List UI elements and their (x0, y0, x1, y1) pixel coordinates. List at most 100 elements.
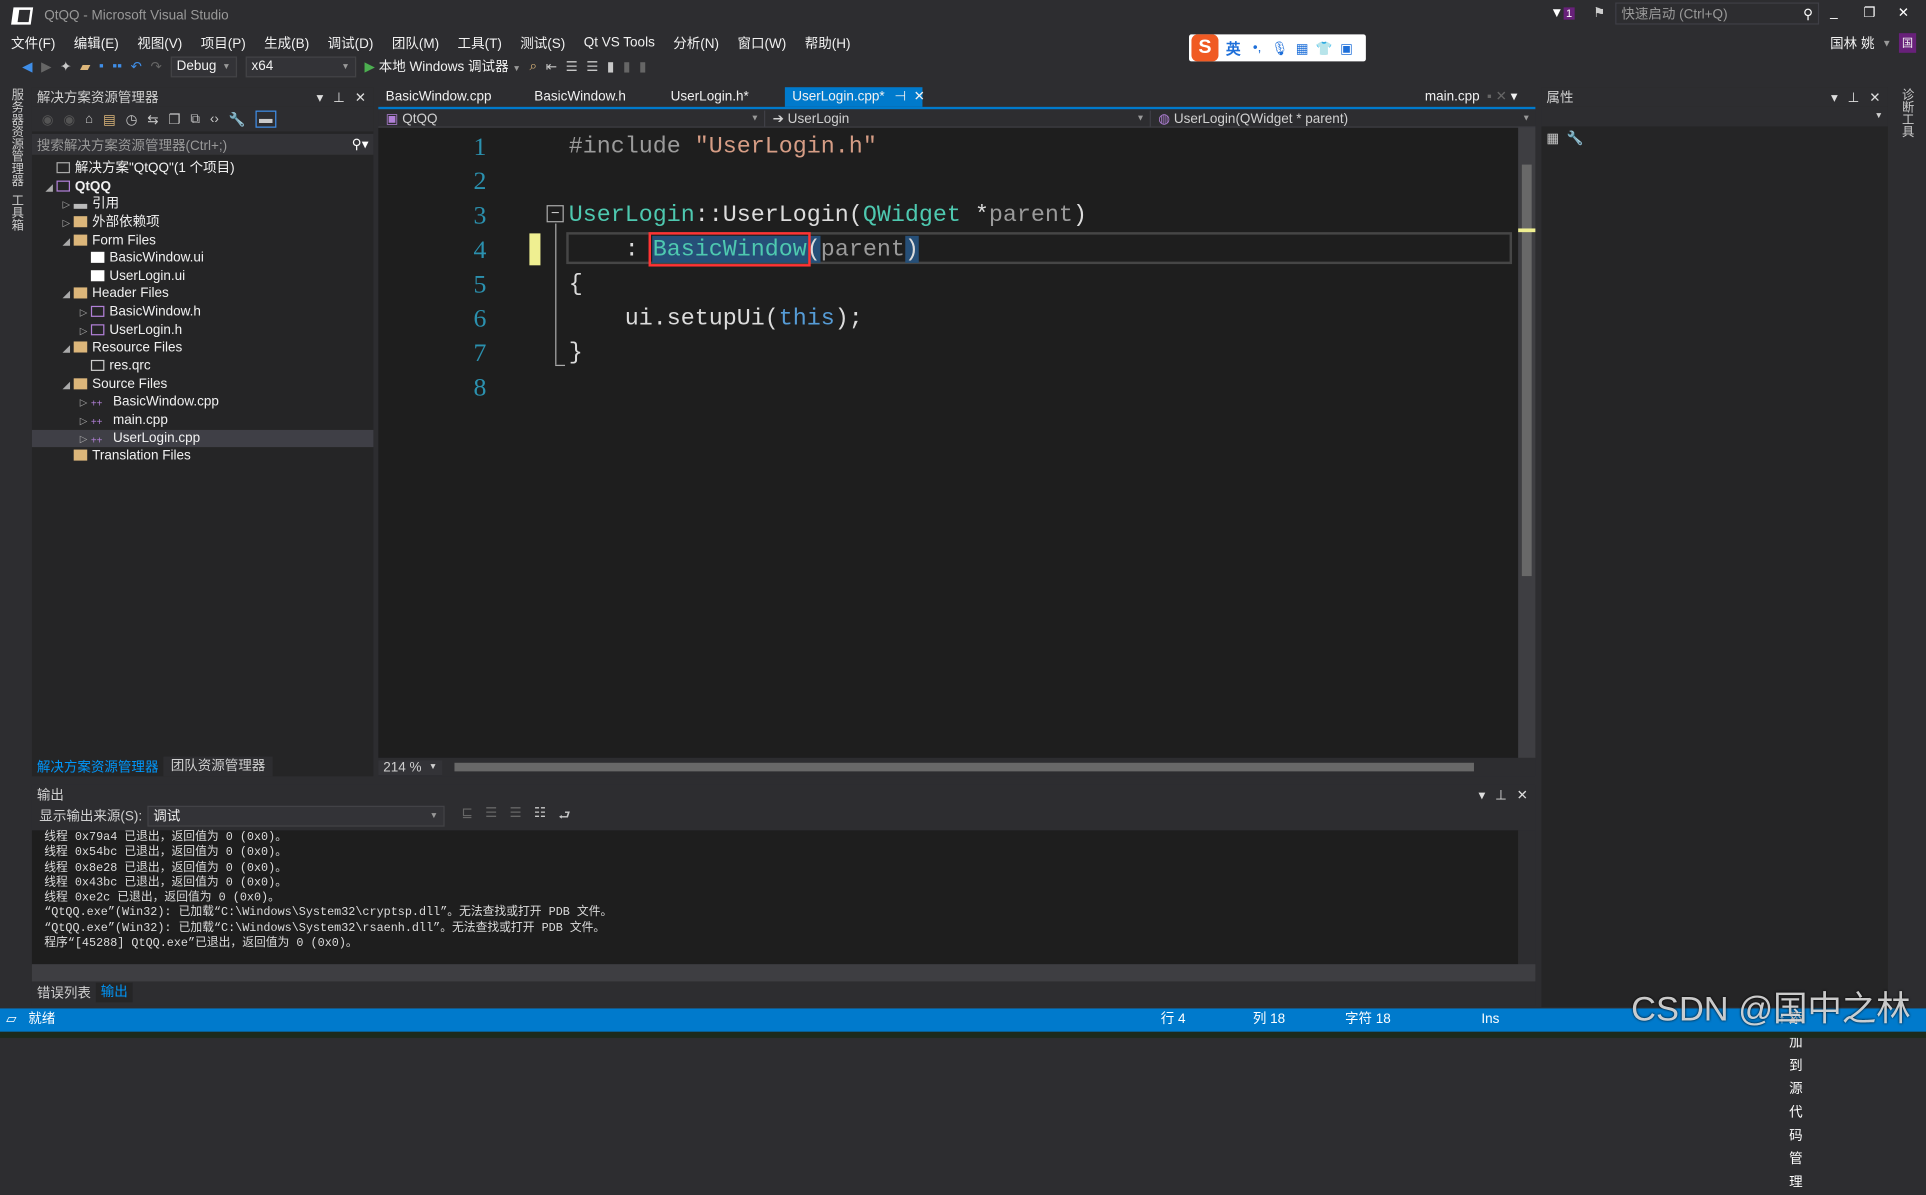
project-nav-select[interactable]: ▣ QtQQ ▼ (378, 109, 766, 126)
tab-main-cpp[interactable]: main.cpp ▪ ✕ ▾ (1417, 87, 1524, 107)
collapse-all-icon[interactable]: ❐ (168, 111, 180, 127)
keyboard-icon[interactable]: ▦ (1296, 40, 1309, 56)
clear-all-icon[interactable]: ☷ (534, 804, 546, 827)
close-icon[interactable]: ✕ (1517, 787, 1528, 803)
ime-punct-icon[interactable]: •, (1253, 41, 1262, 56)
bookmark-icon[interactable]: ▮ (607, 58, 614, 75)
step-icon[interactable]: ⇤ (546, 58, 557, 75)
menu-analyze[interactable]: 分析(N) (673, 33, 719, 53)
bookmark-next-icon[interactable]: ▮ (639, 58, 646, 75)
output-text[interactable]: 线程 0x79a4 已退出，返回值为 0 (0x0)。 线程 0x54bc 已退出… (31, 830, 1519, 965)
minimize-button[interactable]: _ (1830, 5, 1838, 20)
quick-launch-input[interactable]: 快速启动 (Ctrl+Q) ⚲ (1615, 2, 1820, 25)
toolbox-icon[interactable]: ▣ (1340, 40, 1353, 56)
pin-icon[interactable]: ⊥ (1848, 89, 1860, 105)
horizontal-scrollbar[interactable] (442, 758, 1535, 776)
switch-views-icon[interactable]: ▤ (103, 111, 116, 127)
tree-item[interactable]: ▷ UserLogin.h (32, 322, 373, 340)
collapsed-arrow-icon[interactable]: ▷ (76, 395, 91, 413)
microphone-icon[interactable]: 🎙 (1271, 40, 1288, 56)
menu-project[interactable]: 项目(P) (201, 33, 246, 53)
word-wrap-icon[interactable]: ⮐ (558, 804, 570, 827)
menu-build[interactable]: 生成(B) (264, 33, 309, 53)
close-icon[interactable]: ✕ (355, 89, 366, 105)
menu-window[interactable]: 窗口(W) (737, 33, 786, 53)
output-horizontal-scrollbar[interactable] (31, 964, 1536, 982)
collapsed-arrow-icon[interactable]: ▷ (76, 431, 91, 449)
menu-team[interactable]: 团队(M) (392, 33, 439, 53)
dropdown-icon[interactable]: ▾ (316, 89, 323, 105)
tab-error-list[interactable]: 错误列表 (32, 983, 96, 1003)
home-icon[interactable]: ⌂ (85, 112, 93, 127)
user-account[interactable]: 国林 姚 ▼ 国 (1830, 33, 1917, 53)
tree-item[interactable]: ◢ Form Files (32, 232, 373, 250)
platform-select[interactable]: x64 ▼ (245, 55, 356, 77)
ime-toolbar[interactable]: S 英 •, 🎙 ▦ 👕 ▣ (1188, 34, 1366, 62)
skin-icon[interactable]: 👕 (1316, 40, 1333, 56)
tree-item[interactable]: ◢ Source Files (32, 375, 373, 393)
member-nav-select[interactable]: ◍ UserLogin(QWidget * parent) ▼ (1151, 110, 1535, 126)
tree-item[interactable]: ▷ 外部依赖项 (32, 214, 373, 232)
dropdown-icon[interactable]: ▾ (1478, 787, 1485, 803)
toolbox-tab[interactable]: 工具箱 (7, 194, 24, 231)
pending-changes-icon[interactable]: ◷ (126, 111, 138, 127)
tree-item[interactable]: ▷ 引用 (32, 196, 373, 214)
categorized-icon[interactable]: ▦ (1546, 130, 1559, 146)
properties-icon[interactable]: 🔧 (229, 111, 246, 127)
menu-edit[interactable]: 编辑(E) (74, 33, 119, 53)
expanded-arrow-icon[interactable]: ◢ (42, 179, 57, 197)
back-icon[interactable]: ◀ (22, 58, 32, 75)
find-message-icon[interactable]: ⊑ (462, 804, 473, 827)
outdent-icon[interactable]: ☰ (566, 58, 578, 75)
menu-qt-vs-tools[interactable]: Qt VS Tools (584, 36, 655, 51)
forward-icon[interactable]: ◉ (63, 111, 75, 127)
ime-lang[interactable]: 英 (1226, 37, 1241, 58)
tab-team-explorer[interactable]: 团队资源管理器 (163, 756, 273, 777)
collapsed-arrow-icon[interactable]: ▷ (59, 197, 74, 215)
menu-help[interactable]: 帮助(H) (805, 33, 851, 53)
close-icon[interactable]: ✕ (1869, 89, 1880, 105)
sync-icon[interactable]: ⇆ (147, 111, 158, 127)
dropdown-icon[interactable]: ▾ (1831, 89, 1838, 105)
property-pages-icon[interactable]: 🔧 (1567, 130, 1584, 146)
diagnostic-tools-tab[interactable]: 诊断工具 (1898, 88, 1915, 137)
tree-item[interactable]: Translation Files (32, 447, 373, 465)
tab-basicwindow-cpp[interactable]: BasicWindow.cpp (378, 87, 499, 107)
tree-item[interactable]: ▷ ++ UserLogin.cpp (31, 429, 374, 449)
expanded-arrow-icon[interactable]: ◢ (59, 341, 74, 359)
tab-userlogin-h[interactable]: UserLogin.h* (663, 87, 756, 107)
save-all-icon[interactable]: ▪▪ (112, 59, 122, 74)
bookmark-prev-icon[interactable]: ▮ (623, 58, 630, 75)
config-select[interactable]: Debug ▼ (170, 55, 237, 77)
back-icon[interactable]: ◉ (42, 111, 54, 127)
close-tab-icon[interactable]: ✕ (914, 90, 925, 105)
forward-icon[interactable]: ▶ (41, 58, 51, 75)
redo-icon[interactable]: ↷ (151, 58, 162, 75)
collapse-icon[interactable]: − (546, 205, 564, 223)
notification-filter-icon[interactable]: ▼ 1 (1550, 6, 1575, 21)
server-explorer-tab[interactable]: 服务器资源管理器 (7, 88, 24, 186)
pin-icon[interactable]: ⊥ (333, 89, 345, 105)
find-icon[interactable]: ⌕ (529, 58, 537, 74)
close-button[interactable]: ✕ (1898, 5, 1909, 21)
menu-test[interactable]: 测试(S) (520, 33, 565, 53)
scope-nav-select[interactable]: ➔ UserLogin ▼ (765, 109, 1151, 126)
tree-item[interactable]: ◢ QtQQ (32, 178, 373, 196)
zoom-select[interactable]: 214 % ▼ (378, 759, 443, 775)
pin-icon[interactable]: ⊣ (894, 90, 906, 105)
tab-solution-explorer[interactable]: 解决方案资源管理器 (32, 757, 163, 777)
view-code-icon[interactable]: ‹› (210, 112, 219, 127)
output-vertical-scrollbar[interactable] (1518, 830, 1536, 965)
new-project-icon[interactable]: ✦ (60, 58, 71, 75)
expanded-arrow-icon[interactable]: ◢ (59, 377, 74, 395)
feedback-icon[interactable]: ⚑ (1593, 5, 1605, 21)
tree-item[interactable]: ▷ ++ main.cpp (32, 411, 373, 429)
indent-icon[interactable]: ☰ (586, 58, 598, 75)
collapsed-arrow-icon[interactable]: ▷ (76, 323, 91, 341)
show-all-files-icon[interactable]: ⧉ (190, 111, 200, 127)
undo-icon[interactable]: ↶ (131, 58, 142, 75)
output-source-select[interactable]: 调试 ▼ (147, 805, 445, 827)
tab-basicwindow-h[interactable]: BasicWindow.h (527, 87, 633, 107)
start-debug-button[interactable]: ▶ 本地 Windows 调试器 ▼ (365, 57, 521, 77)
save-icon[interactable]: ▪ (99, 59, 104, 74)
